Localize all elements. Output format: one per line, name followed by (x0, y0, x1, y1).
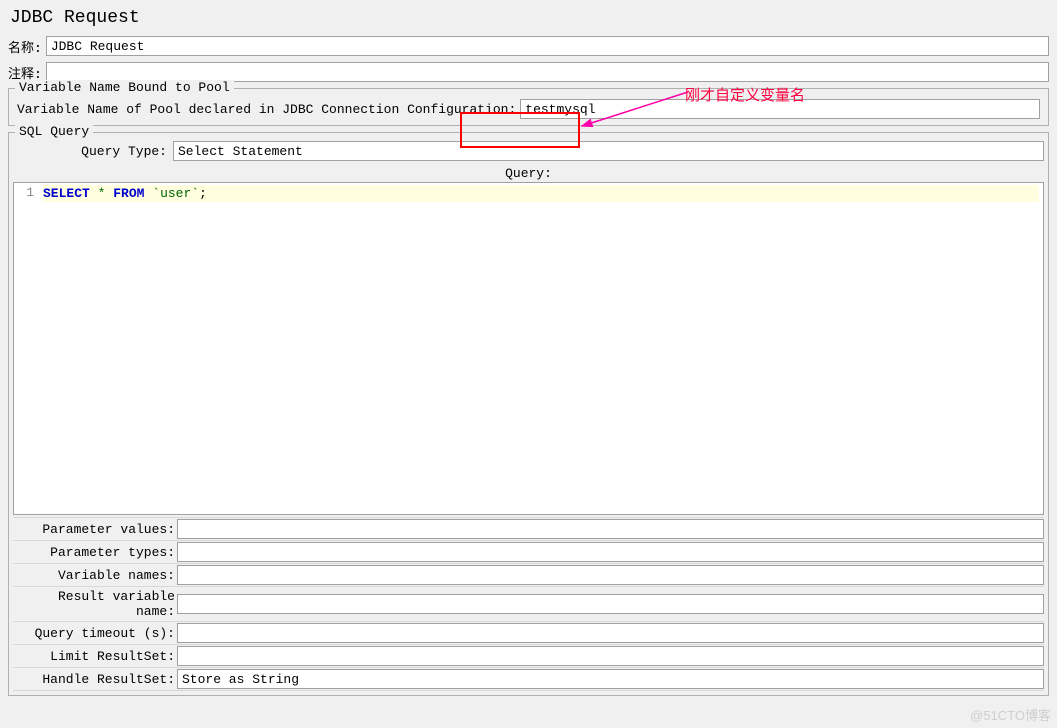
sql-fieldset: SQL Query Query Type: Select Statement Q… (8, 132, 1049, 696)
token-star: * (98, 186, 106, 201)
token-from: FROM (113, 186, 144, 201)
page-title: JDBC Request (8, 4, 1049, 36)
comment-label: 注释: (8, 63, 42, 82)
query-label: Query: (13, 165, 1044, 182)
handle-resultset-input[interactable] (177, 669, 1044, 689)
parameter-values-input[interactable] (177, 519, 1044, 539)
query-timeout-input[interactable] (177, 623, 1044, 643)
handle-resultset-label: Handle ResultSet: (13, 670, 177, 689)
limit-resultset-input[interactable] (177, 646, 1044, 666)
pool-variable-input[interactable] (520, 99, 1040, 119)
line-number: 1 (14, 185, 34, 200)
pool-fieldset: Variable Name Bound to Pool Variable Nam… (8, 88, 1049, 126)
result-variable-input[interactable] (177, 594, 1044, 614)
sql-editor[interactable]: 1 SELECT * FROM `user`; (13, 182, 1044, 515)
code-line: SELECT * FROM `user`; (43, 185, 1039, 202)
parameter-types-label: Parameter types: (13, 543, 177, 562)
token-select: SELECT (43, 186, 90, 201)
variable-names-label: Variable names: (13, 566, 177, 585)
token-ident: `user` (152, 186, 199, 201)
comment-input[interactable] (46, 62, 1049, 82)
editor-code-area[interactable]: SELECT * FROM `user`; (39, 183, 1043, 514)
query-type-select[interactable]: Select Statement (173, 141, 1044, 161)
editor-gutter: 1 (14, 183, 39, 514)
parameter-values-label: Parameter values: (13, 520, 177, 539)
token-semicolon: ; (199, 186, 207, 201)
name-input[interactable] (46, 36, 1049, 56)
name-label: 名称: (8, 37, 42, 56)
limit-resultset-label: Limit ResultSet: (13, 647, 177, 666)
sql-legend: SQL Query (15, 124, 93, 139)
pool-label: Variable Name of Pool declared in JDBC C… (17, 102, 516, 117)
variable-names-input[interactable] (177, 565, 1044, 585)
query-timeout-label: Query timeout (s): (13, 624, 177, 643)
query-type-value: Select Statement (178, 144, 303, 159)
parameter-types-input[interactable] (177, 542, 1044, 562)
watermark: @51CTO博客 (970, 705, 1051, 724)
result-variable-label: Result variable name: (13, 587, 177, 621)
query-type-label: Query Type: (13, 144, 171, 159)
pool-legend: Variable Name Bound to Pool (15, 80, 234, 95)
